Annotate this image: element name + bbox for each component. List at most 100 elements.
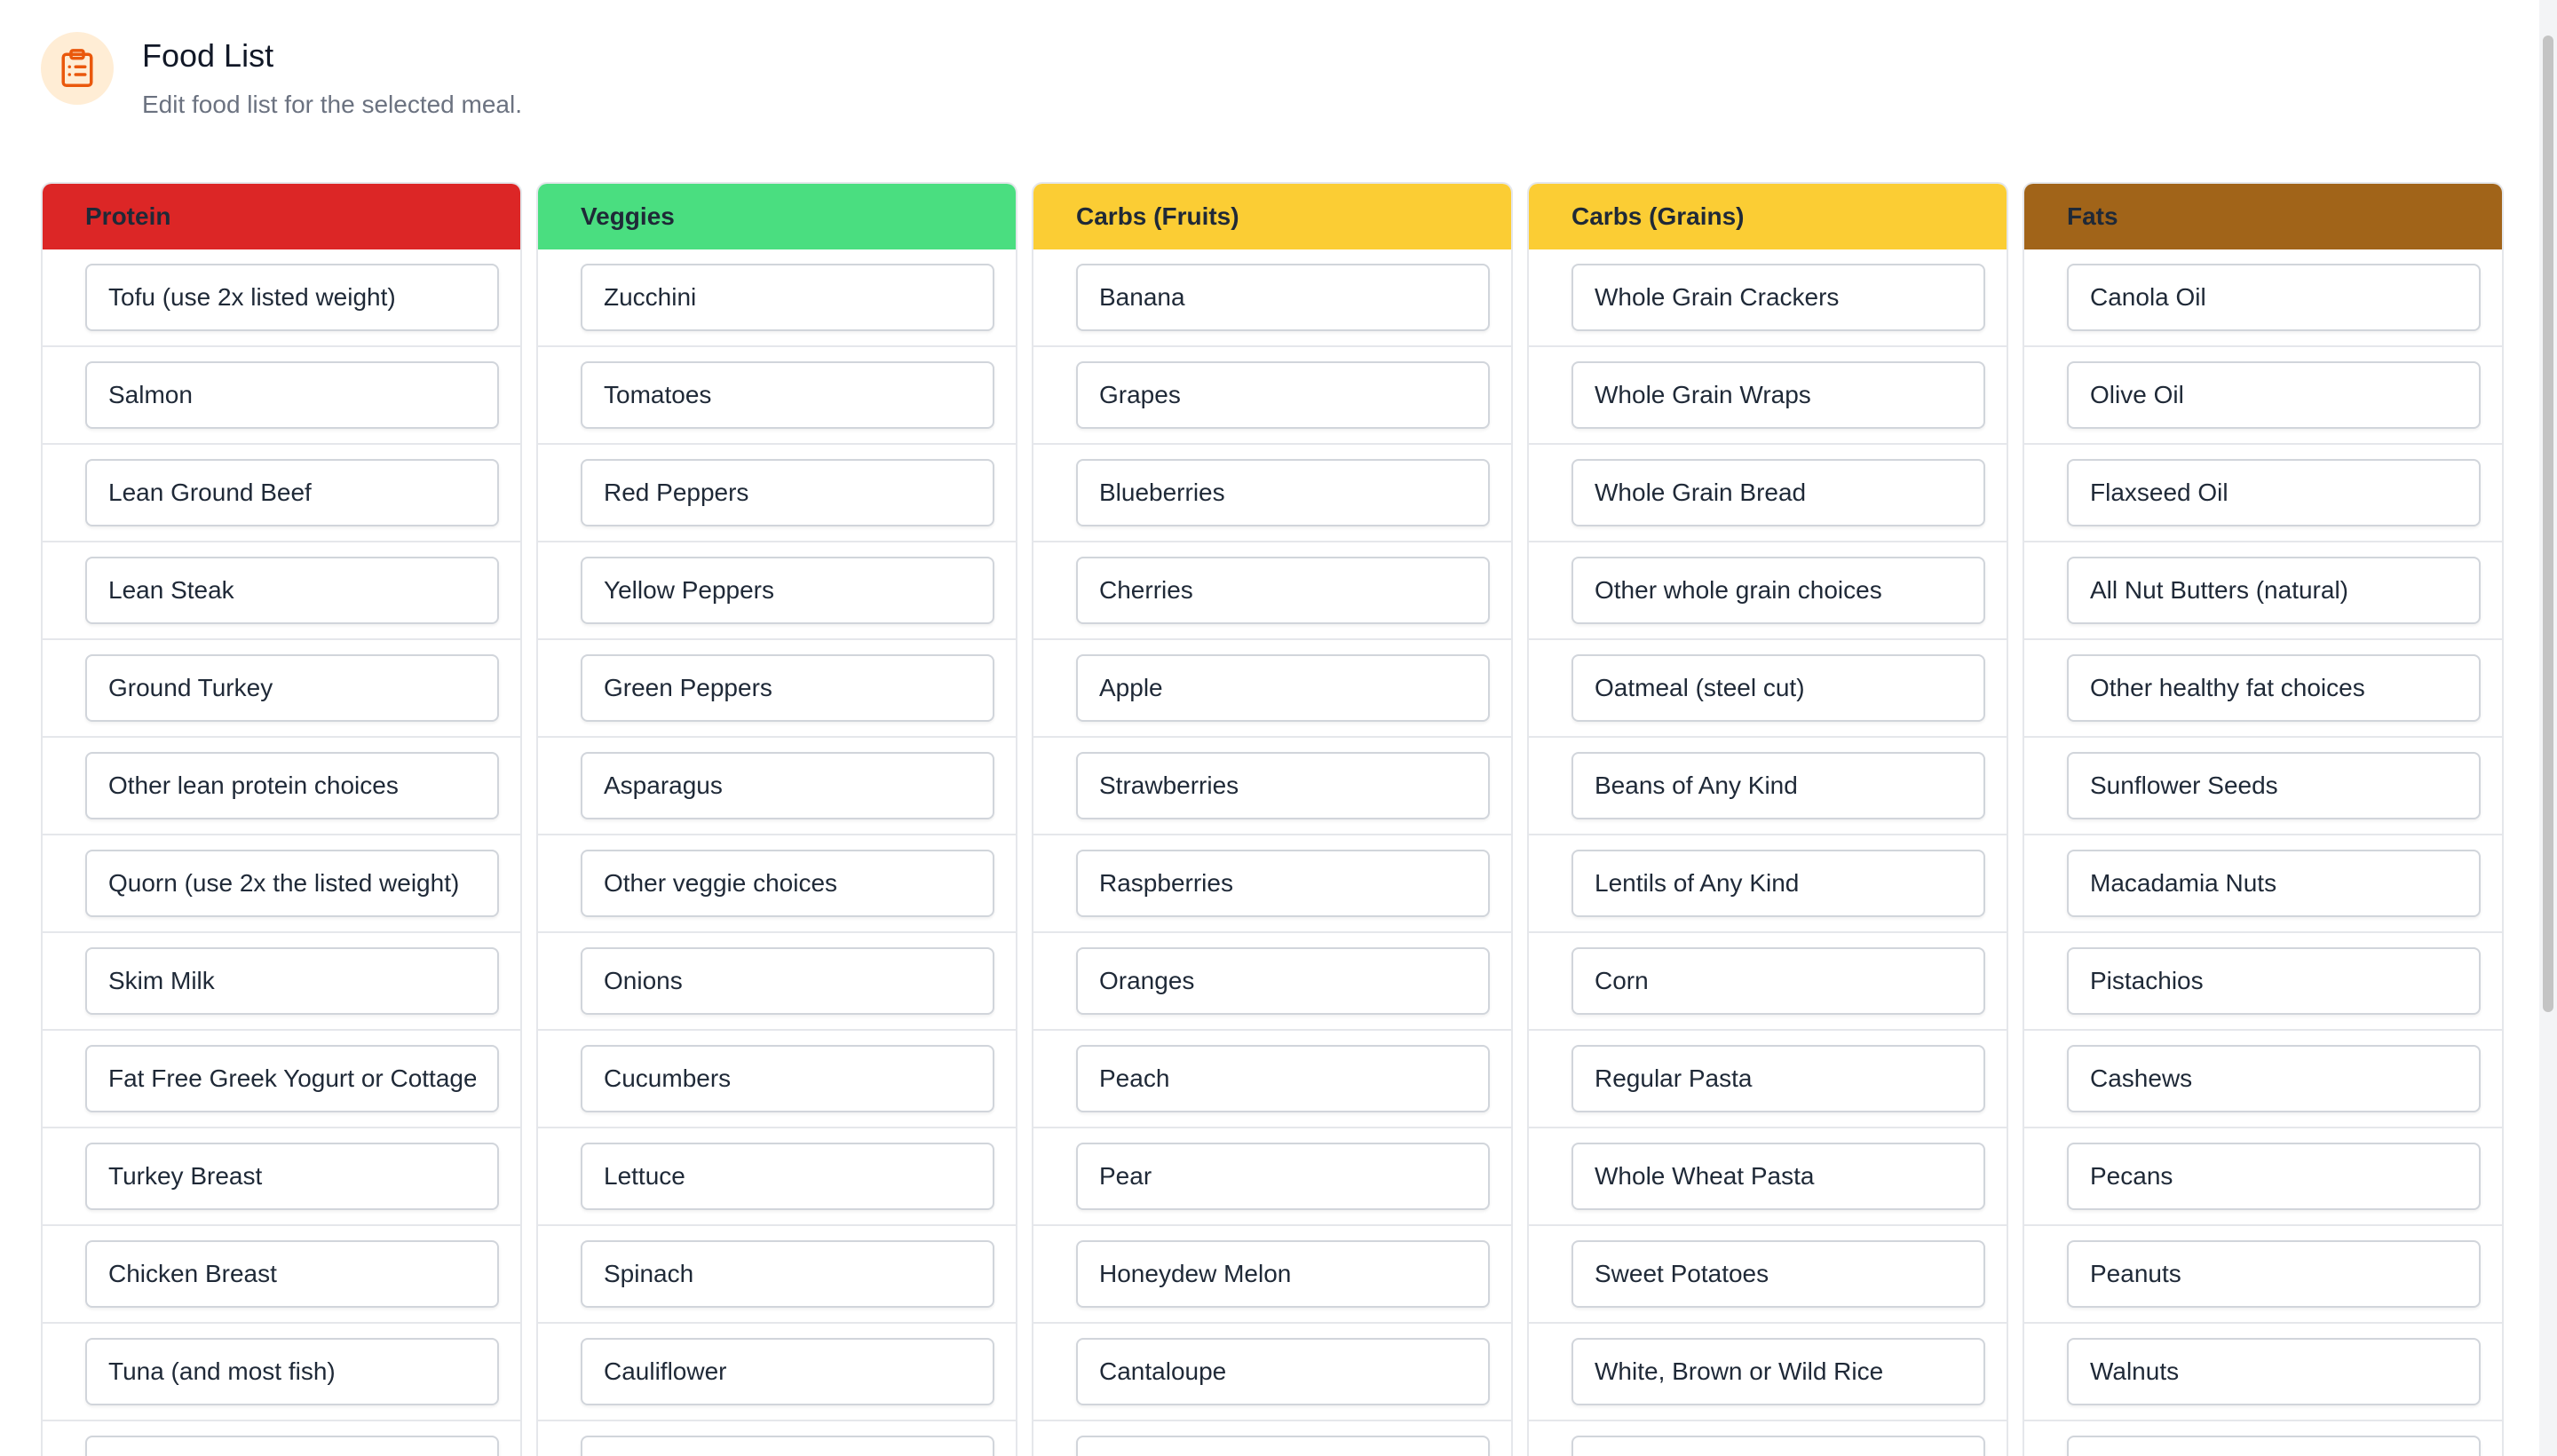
list-item — [1529, 445, 2007, 542]
food-item-input[interactable] — [1571, 1436, 1985, 1456]
food-item-input[interactable] — [2067, 557, 2481, 624]
column-rows — [43, 249, 520, 1456]
food-item-input[interactable] — [2067, 459, 2481, 526]
food-item-input[interactable] — [581, 1338, 994, 1405]
food-item-input[interactable] — [2067, 1338, 2481, 1405]
scrollbar-thumb[interactable] — [2543, 36, 2553, 1012]
food-item-input[interactable] — [581, 752, 994, 819]
food-item-input[interactable] — [85, 654, 499, 722]
food-item-input[interactable] — [581, 264, 994, 331]
food-item-input[interactable] — [2067, 1240, 2481, 1308]
clipboard-list-icon — [41, 32, 114, 105]
food-item-input[interactable] — [1076, 361, 1490, 429]
list-item — [538, 1421, 1016, 1456]
food-item-input[interactable] — [1571, 1240, 1985, 1308]
page-title: Food List — [142, 37, 274, 74]
list-item — [538, 347, 1016, 445]
page-scrollbar[interactable] — [2539, 0, 2557, 1456]
food-item-input[interactable] — [581, 1240, 994, 1308]
food-item-input[interactable] — [85, 1338, 499, 1405]
food-item-input[interactable] — [1571, 264, 1985, 331]
food-item-input[interactable] — [85, 1436, 499, 1456]
food-item-input[interactable] — [85, 557, 499, 624]
food-item-input[interactable] — [581, 1045, 994, 1112]
list-item — [1033, 1421, 1511, 1456]
food-columns: Protein Veggies Carbs (Fruits) Carbs (Grain… — [41, 182, 2504, 1456]
food-item-input[interactable] — [85, 1143, 499, 1210]
column-header-carbs-grains: Carbs (Grains) — [1529, 184, 2007, 249]
food-item-input[interactable] — [85, 459, 499, 526]
list-item — [43, 542, 520, 640]
food-item-input[interactable] — [85, 850, 499, 917]
list-item — [1529, 542, 2007, 640]
header-text: Food List Edit food list for the selecte… — [142, 36, 522, 123]
food-item-input[interactable] — [2067, 947, 2481, 1015]
food-item-input[interactable] — [2067, 1143, 2481, 1210]
food-item-input[interactable] — [1076, 557, 1490, 624]
list-item — [1529, 1226, 2007, 1324]
food-item-input[interactable] — [2067, 361, 2481, 429]
list-item — [1033, 1031, 1511, 1128]
food-item-input[interactable] — [581, 557, 994, 624]
food-column-carbs-fruits: Carbs (Fruits) — [1032, 182, 1513, 1456]
column-rows — [538, 249, 1016, 1456]
food-item-input[interactable] — [85, 947, 499, 1015]
food-item-input[interactable] — [85, 1240, 499, 1308]
food-item-input[interactable] — [2067, 850, 2481, 917]
food-item-input[interactable] — [85, 264, 499, 331]
food-item-input[interactable] — [1571, 1045, 1985, 1112]
food-item-input[interactable] — [1076, 850, 1490, 917]
food-item-input[interactable] — [1076, 1143, 1490, 1210]
list-item — [43, 1128, 520, 1226]
food-item-input[interactable] — [2067, 1436, 2481, 1456]
food-column-carbs-grains: Carbs (Grains) — [1527, 182, 2008, 1456]
food-item-input[interactable] — [2067, 264, 2481, 331]
list-item — [1033, 933, 1511, 1031]
food-item-input[interactable] — [1076, 1338, 1490, 1405]
food-item-input[interactable] — [1076, 264, 1490, 331]
food-item-input[interactable] — [1571, 1338, 1985, 1405]
food-item-input[interactable] — [1571, 947, 1985, 1015]
list-item — [2024, 1031, 2502, 1128]
page-header: Food List Edit food list for the selecte… — [41, 32, 522, 123]
list-item — [1529, 738, 2007, 835]
list-item — [2024, 835, 2502, 933]
food-item-input[interactable] — [581, 947, 994, 1015]
column-header-carbs-fruits: Carbs (Fruits) — [1033, 184, 1511, 249]
list-item — [538, 933, 1016, 1031]
food-item-input[interactable] — [1571, 654, 1985, 722]
list-item — [2024, 640, 2502, 738]
food-item-input[interactable] — [1571, 459, 1985, 526]
food-item-input[interactable] — [581, 1143, 994, 1210]
food-item-input[interactable] — [1076, 1436, 1490, 1456]
food-item-input[interactable] — [85, 361, 499, 429]
food-item-input[interactable] — [581, 654, 994, 722]
food-item-input[interactable] — [1076, 654, 1490, 722]
food-item-input[interactable] — [1571, 557, 1985, 624]
list-item — [1529, 835, 2007, 933]
food-item-input[interactable] — [1076, 947, 1490, 1015]
food-item-input[interactable] — [1076, 752, 1490, 819]
food-item-input[interactable] — [581, 850, 994, 917]
list-item — [43, 933, 520, 1031]
food-item-input[interactable] — [1571, 850, 1985, 917]
list-item — [43, 1324, 520, 1421]
list-item — [2024, 542, 2502, 640]
list-item — [1033, 347, 1511, 445]
food-item-input[interactable] — [581, 459, 994, 526]
food-item-input[interactable] — [1076, 1045, 1490, 1112]
food-item-input[interactable] — [1571, 752, 1985, 819]
food-item-input[interactable] — [1571, 1143, 1985, 1210]
list-item — [1529, 1421, 2007, 1456]
food-item-input[interactable] — [85, 752, 499, 819]
food-item-input[interactable] — [581, 361, 994, 429]
food-item-input[interactable] — [1076, 1240, 1490, 1308]
food-item-input[interactable] — [581, 1436, 994, 1456]
food-item-input[interactable] — [2067, 1045, 2481, 1112]
list-item — [2024, 1128, 2502, 1226]
food-item-input[interactable] — [2067, 752, 2481, 819]
food-item-input[interactable] — [2067, 654, 2481, 722]
food-item-input[interactable] — [1076, 459, 1490, 526]
food-item-input[interactable] — [1571, 361, 1985, 429]
food-item-input[interactable] — [85, 1045, 499, 1112]
